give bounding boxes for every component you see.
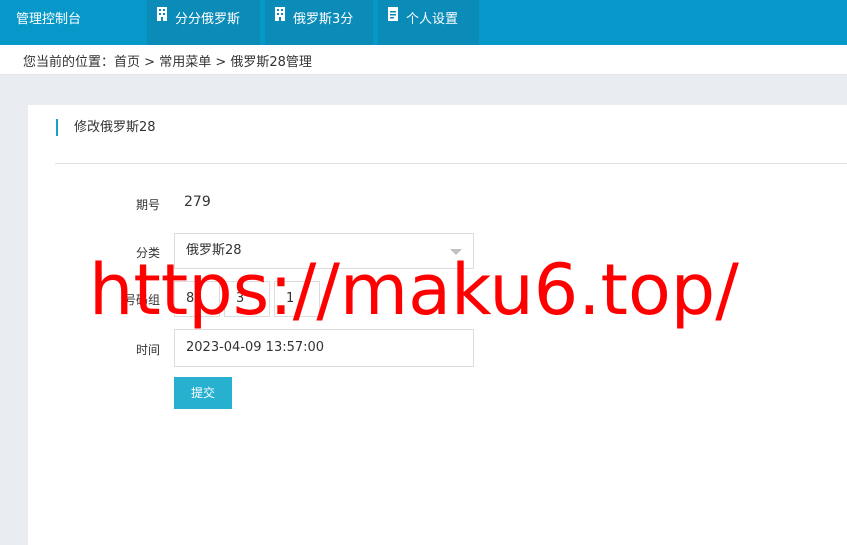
- submit-button[interactable]: 提交: [174, 377, 232, 409]
- nav-tab-fenfen-russia[interactable]: 分分俄罗斯: [147, 0, 260, 45]
- nav-tab-personal-settings[interactable]: 个人设置: [378, 0, 479, 45]
- breadcrumb-separator: >: [140, 55, 160, 70]
- building-icon: [275, 0, 285, 38]
- period-value: 279: [184, 194, 211, 210]
- breadcrumb-bar: 您当前的位置：首页 > 常用菜单 > 俄罗斯28管理: [0, 45, 847, 75]
- category-select[interactable]: 俄罗斯28: [174, 233, 474, 269]
- nav-tab-label: 俄罗斯3分: [293, 12, 354, 27]
- nav-tab-label: 分分俄罗斯: [175, 12, 241, 27]
- panel-title: 修改俄罗斯28: [56, 119, 156, 136]
- app-title[interactable]: 管理控制台: [16, 0, 81, 45]
- breadcrumb-prefix: 您当前的位置：: [23, 55, 115, 70]
- category-selected-value: 俄罗斯28: [186, 243, 242, 258]
- number-input-1[interactable]: 8: [174, 281, 220, 317]
- breadcrumb-separator: >: [211, 55, 231, 70]
- breadcrumb-home[interactable]: 首页: [114, 55, 140, 70]
- breadcrumb-common-menu[interactable]: 常用菜单: [159, 55, 211, 70]
- number-input-2[interactable]: 3: [224, 281, 270, 317]
- document-icon: [388, 0, 398, 38]
- numbers-label: 号码组: [123, 293, 160, 307]
- divider: [55, 163, 847, 164]
- top-navbar: 管理控制台 分分俄罗斯 俄罗斯3分 个人设置: [0, 0, 847, 45]
- time-input[interactable]: 2023-04-09 13:57:00: [174, 329, 474, 367]
- time-label: 时间: [135, 343, 160, 357]
- building-icon: [157, 0, 167, 38]
- nav-tab-label: 个人设置: [406, 12, 459, 27]
- period-label: 期号: [135, 198, 160, 212]
- chevron-down-icon: [450, 249, 462, 255]
- breadcrumb-current[interactable]: 俄罗斯28管理: [230, 55, 312, 70]
- breadcrumb: 您当前的位置：首页 > 常用菜单 > 俄罗斯28管理: [23, 51, 312, 70]
- category-label: 分类: [135, 246, 160, 260]
- edit-panel: 修改俄罗斯28 期号 279 分类 俄罗斯28 号码组 8 3 1 时间 202…: [28, 105, 847, 545]
- nav-tab-russia-3min[interactable]: 俄罗斯3分: [265, 0, 373, 45]
- number-input-3[interactable]: 1: [274, 281, 320, 317]
